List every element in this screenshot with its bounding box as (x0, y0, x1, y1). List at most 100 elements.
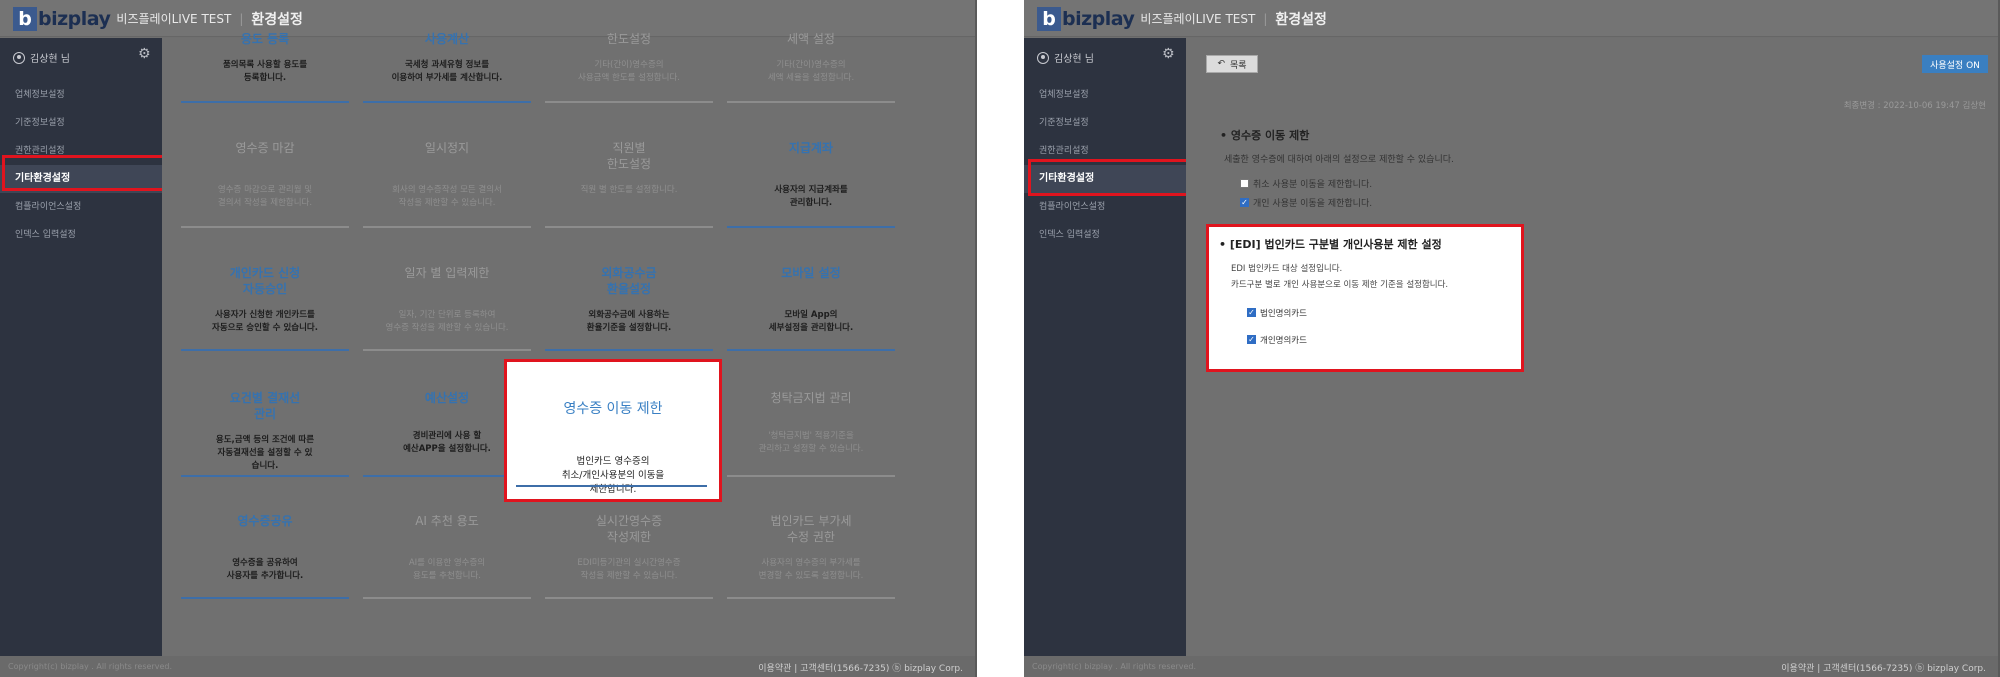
tile-mobile-settings[interactable]: 모바일 설정 모바일 App의 세부설정을 관리합니다. (727, 265, 895, 351)
last-modified-text: 최종변경 : 2022-10-06 19:47 김상현 (1843, 101, 1986, 111)
settings-overview-panel: b bizplay 비즈플레이LIVE TEST | 환경설정 김상현 님 ⚙ … (0, 0, 977, 677)
tile-title: 외화공수금 환율설정 (601, 266, 657, 296)
tile-title: 모바일 설정 (781, 266, 841, 280)
tile-title: 영수증 마감 (235, 141, 295, 155)
edi-line2: 카드구분 별로 개인 사용분으로 이동 제한 기준을 설정합니다. (1231, 280, 1449, 290)
option-label: 법인명의카드 (1260, 309, 1307, 319)
tile-ai-purpose[interactable]: AI 추천 용도 AI를 이용한 영수증의 용도를 추천합니다. (363, 513, 531, 599)
app-name: 비즈플레이LIVE TEST (116, 12, 232, 26)
tile-vat-edit-permission[interactable]: 법인카드 부가세 수정 권한 사용자의 영수증의 부가세를 변경할 수 있도록 … (727, 513, 895, 599)
copyright-text: Copyright(c) bizplay . All rights reserv… (8, 662, 172, 671)
tile-desc: 용도,금액 등의 조건에 따른 자동결재선을 설정할 수 있 습니다. (215, 435, 315, 471)
sidebar-item-company-info[interactable]: 업체정보설정 (0, 81, 162, 109)
edi-option-corporate-card[interactable]: ✓ 법인명의카드 (1247, 307, 1307, 319)
tile-title: 영수증공유 (237, 514, 293, 528)
tile-desc: 사용자의 영수증의 부가세를 변경할 수 있도록 설정합니다. (758, 558, 864, 581)
sidebar-item-compliance[interactable]: 컴플라이언스설정 (1024, 193, 1186, 221)
tile-foreign-currency-rate[interactable]: 외화공수금 환율설정 외화공수금에 사용하는 환율기준을 설정합니다. (545, 265, 713, 351)
user-icon (13, 51, 25, 64)
logo-mark: b (1037, 6, 1061, 31)
receipt-move-limit-detail-panel: b bizplay 비즈플레이LIVE TEST | 환경설정 김상현 님 ⚙ … (1024, 0, 2000, 677)
checkbox-checked[interactable]: ✓ (1247, 335, 1256, 344)
checkbox-checked[interactable]: ✓ (1247, 308, 1256, 317)
tile-desc: '청탁금지법' 적용기준을 관리하고 설정할 수 있습니다. (758, 431, 864, 454)
tile-payment-account[interactable]: 지급계좌 사용자의 지급계좌를 관리합니다. (727, 140, 895, 228)
tile-title: 일자 별 입력제한 (404, 266, 490, 280)
tile-title: 지급계좌 (788, 141, 834, 155)
tile-employee-limit[interactable]: 직원별 한도설정 직원 별 한도를 설정합니다. (545, 140, 713, 228)
footer: Copyright(c) bizplay . All rights reserv… (0, 656, 975, 677)
tile-desc: 사용자가 신청한 개인카드를 자동으로 승인할 수 있습니다. (212, 310, 318, 333)
option-label: 개인 사용분 이동을 제한합니다. (1253, 199, 1373, 209)
tile-conditional-approval[interactable]: 요건별 결재선 관리 용도,금액 등의 조건에 따른 자동결재선을 설정할 수 … (181, 390, 349, 477)
header-divider: | (239, 11, 244, 26)
tile-anti-graft-law[interactable]: 청탁금지법 관리 '청탁금지법' 적용기준을 관리하고 설정할 수 있습니다. (727, 390, 895, 477)
tile-desc: EDI미등기관의 실시간영수증 작성을 제한할 수 있습니다. (577, 558, 681, 581)
bizplay-logo[interactable]: b bizplay 비즈플레이LIVE TEST | 환경설정 (13, 6, 303, 31)
tile-tax-calc[interactable]: 사용계산 국세청 과세유형 정보를 이용하여 부가세를 계산합니다. (363, 31, 531, 103)
tile-title: AI 추천 용도 (415, 514, 479, 528)
tile-desc: 직원 별 한도를 설정합니다. (580, 185, 678, 195)
header-divider: | (1263, 11, 1268, 26)
tile-title: 용도 등록 (240, 32, 290, 46)
sidebar-item-base-info[interactable]: 기준정보설정 (0, 109, 162, 137)
tile-realtime-receipt-limit[interactable]: 실시간영수증 작성제한 EDI미등기관의 실시간영수증 작성을 제한할 수 있습… (545, 513, 713, 599)
footer-links[interactable]: 이용약관 | 고객센터(1566-7235) ⓑ bizplay Corp. (758, 661, 963, 674)
back-to-list-button[interactable]: ↶ 목록 (1206, 55, 1258, 73)
user-name: 김상현 님 (30, 54, 70, 65)
tile-title: 사용계산 (424, 32, 470, 46)
bizplay-logo[interactable]: b bizplay 비즈플레이LIVE TEST | 환경설정 (1037, 6, 1327, 31)
highlight-box-sidebar (2, 155, 189, 191)
logo-wordmark: bizplay (38, 7, 111, 30)
logo-wordmark: bizplay (1062, 7, 1135, 30)
tile-title: 법인카드 부가세 수정 권한 (770, 514, 852, 544)
tile-desc: 국세청 과세유형 정보를 이용하여 부가세를 계산합니다. (391, 60, 503, 83)
copyright-text: Copyright(c) bizplay . All rights reserv… (1032, 662, 1196, 671)
footer-links[interactable]: 이용약관 | 고객센터(1566-7235) ⓑ bizplay Corp. (1781, 661, 1986, 674)
tile-title: 청탁금지법 관리 (770, 391, 852, 405)
tile-desc: 외화공수금에 사용하는 환율기준을 설정합니다. (586, 310, 672, 333)
page-title: 환경설정 (251, 11, 303, 28)
tile-desc: AI를 이용한 영수증의 용도를 추천합니다. (408, 558, 486, 581)
usage-setting-toggle[interactable]: 사용설정 ON (1922, 55, 1988, 73)
tile-title: 개인카드 신청 자동승인 (229, 266, 301, 296)
edi-option-personal-card[interactable]: ✓ 개인명의카드 (1247, 334, 1307, 346)
back-arrow-icon: ↶ (1217, 59, 1225, 69)
tile-limit-settings[interactable]: 한도설정 기타(간이)영수증의 사용금액 한도를 설정합니다. (545, 31, 713, 103)
sidebar-item-index-input[interactable]: 인덱스 입력설정 (0, 221, 162, 249)
tile-desc: 영수증 마감으로 관리월 및 결의서 작성을 제한합니다. (217, 185, 313, 208)
sidebar-item-index-input[interactable]: 인덱스 입력설정 (1024, 221, 1186, 249)
back-button-label: 목록 (1229, 60, 1247, 71)
gear-icon[interactable]: ⚙ (138, 46, 151, 62)
tile-tax-rate[interactable]: 세액 설정 기타(간이)영수증의 세액 세율을 설정합니다. (727, 31, 895, 103)
edi-title: • [EDI] 법인카드 구분별 개인사용분 제한 설정 (1219, 238, 1442, 251)
tile-title: 일시정지 (424, 141, 470, 155)
section-title: • 영수증 이동 제한 (1220, 129, 1310, 142)
tile-pause[interactable]: 일시정지 회사의 영수증작성 모든 결의서 작성을 제한할 수 있습니다. (363, 140, 531, 228)
option-cancel-move-limit[interactable]: 취소 사용분 이동을 제한합니다. (1240, 177, 1372, 190)
tile-date-input-limit[interactable]: 일자 별 입력제한 일자, 기간 단위로 등록하여 영수증 작성을 제한할 수 … (363, 265, 531, 351)
tile-desc: 일자, 기간 단위로 등록하여 영수증 작성을 제한할 수 있습니다. (385, 310, 509, 333)
option-personal-move-limit[interactable]: ✓ 개인 사용분 이동을 제한합니다. (1240, 196, 1372, 209)
tile-personal-card-auto-approve[interactable]: 개인카드 신청 자동승인 사용자가 신청한 개인카드를 자동으로 승인할 수 있… (181, 265, 349, 351)
tile-title: 실시간영수증 작성제한 (595, 514, 663, 544)
tile-receipt-share[interactable]: 영수증공유 영수증을 공유하여 사용자를 추가합니다. (181, 513, 349, 599)
tile-receipt-move-limit[interactable]: 영수증 이동 제한 법인카드 영수증의 취소/개인사용분의 이동을 제한합니다. (504, 359, 722, 502)
user-profile[interactable]: 김상현 님 (1037, 50, 1094, 65)
user-profile[interactable]: 김상현 님 (13, 50, 70, 65)
tile-purpose-register[interactable]: 용도 등록 품의목록 사용할 용도를 등록합니다. (181, 31, 349, 103)
app-name: 비즈플레이LIVE TEST (1140, 12, 1256, 26)
sidebar: 김상현 님 ⚙ 업체정보설정 기준정보설정 권한관리설정 기타환경설정 컴플라이… (0, 38, 162, 656)
sidebar-item-company-info[interactable]: 업체정보설정 (1024, 81, 1186, 109)
sidebar-item-compliance[interactable]: 컴플라이언스설정 (0, 193, 162, 221)
checkbox-checked[interactable]: ✓ (1240, 198, 1249, 207)
tile-receipt-close[interactable]: 영수증 마감 영수증 마감으로 관리월 및 결의서 작성을 제한합니다. (181, 140, 349, 228)
sidebar-item-base-info[interactable]: 기준정보설정 (1024, 109, 1186, 137)
option-label: 개인명의카드 (1260, 336, 1307, 346)
tile-title: 세액 설정 (787, 32, 835, 46)
checkbox-unchecked[interactable] (1240, 179, 1249, 188)
tile-desc: 법인카드 영수증의 취소/개인사용분의 이동을 제한합니다. (561, 456, 665, 495)
footer: Copyright(c) bizplay . All rights reserv… (1024, 656, 1998, 677)
tile-title: 직원별 한도설정 (606, 141, 652, 171)
gear-icon[interactable]: ⚙ (1162, 46, 1175, 62)
